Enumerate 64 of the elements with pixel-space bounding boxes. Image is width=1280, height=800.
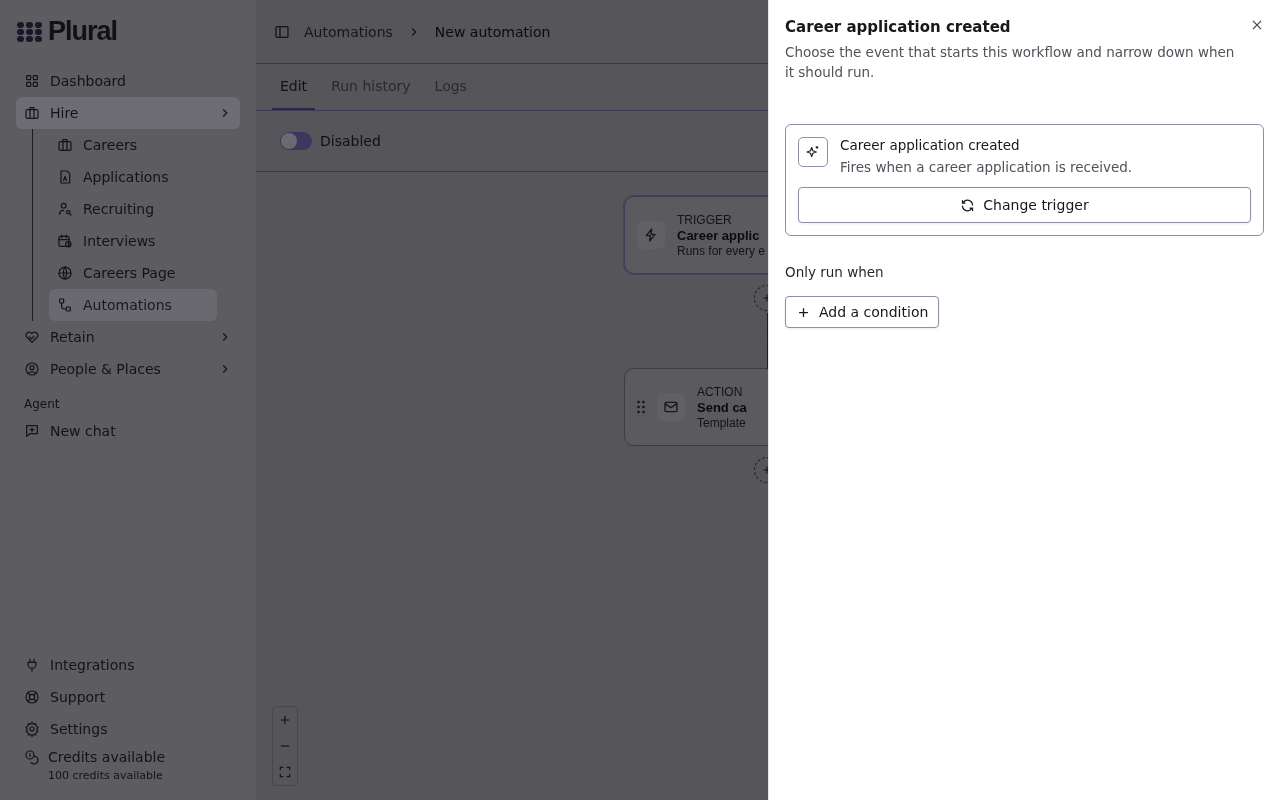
sidebar-item[interactable]: Recruiting xyxy=(49,193,217,225)
trigger-description: Fires when a career application is received. xyxy=(840,159,1133,175)
user-icon xyxy=(24,361,40,377)
trigger-title: Career application created xyxy=(840,137,1021,153)
lifebuoy-icon xyxy=(24,689,40,705)
flow-icon xyxy=(57,297,73,313)
logo-icon xyxy=(16,20,44,43)
settings-icon xyxy=(24,721,40,737)
sidebar-item[interactable]: Support xyxy=(16,681,240,713)
sidebar-item[interactable]: Dashboard xyxy=(16,65,240,97)
tab[interactable]: Edit xyxy=(272,64,316,110)
sidebar-item[interactable]: Interviews xyxy=(49,225,217,257)
fullscreen-icon xyxy=(278,765,292,779)
node-title: Career applic xyxy=(677,227,761,243)
logo-text: Plural xyxy=(48,16,118,47)
close-icon xyxy=(1250,18,1264,32)
change-trigger-button[interactable]: Change trigger xyxy=(798,187,1251,223)
grid-icon xyxy=(24,73,40,89)
drawer-title: Career application created xyxy=(785,18,1012,36)
conditions-label: Only run when xyxy=(785,264,885,280)
node-title: Send ca xyxy=(697,399,747,415)
add-condition-button[interactable]: Add a condition xyxy=(785,296,940,328)
drag-handle-icon[interactable] xyxy=(637,400,645,414)
plug-icon xyxy=(24,657,40,673)
sparkles-icon xyxy=(798,137,828,167)
calendar-icon xyxy=(57,233,73,249)
breadcrumb-item: New automation xyxy=(434,23,551,40)
sidebar-toggle-icon[interactable] xyxy=(274,23,290,40)
section-label: Agent xyxy=(23,396,61,413)
node-type: TRIGGER xyxy=(677,212,733,227)
sidebar-item[interactable]: Hire xyxy=(16,97,240,129)
workflow-node[interactable]: TRIGGER Career applic Runs for every e xyxy=(624,196,768,274)
sidebar-item[interactable]: Careers xyxy=(49,129,217,161)
credits-detail: 100 credits available xyxy=(48,769,164,782)
chat-icon xyxy=(24,423,40,439)
toggle-label: Disabled xyxy=(320,133,381,149)
lightning-icon xyxy=(643,227,659,243)
credits-label: Credits available xyxy=(48,749,167,765)
close-button[interactable] xyxy=(1250,18,1264,32)
sidebar-item[interactable]: People & Places xyxy=(16,353,240,385)
node-type: ACTION xyxy=(697,384,744,399)
sidebar-item[interactable]: New chat xyxy=(16,415,240,447)
refresh-icon xyxy=(960,197,976,213)
drawer-description: Choose the event that starts this workflow and narrow down when it should run. xyxy=(785,43,1236,82)
sidebar-item[interactable]: Retain xyxy=(16,321,240,353)
document-icon xyxy=(57,169,73,185)
heart-icon xyxy=(24,329,40,345)
user-search-icon xyxy=(57,201,73,217)
sidebar-item[interactable]: Integrations xyxy=(16,649,240,681)
node-subtitle: Template xyxy=(697,415,747,430)
node-subtitle: Runs for every e xyxy=(677,243,766,258)
plus-icon xyxy=(278,713,292,727)
sidebar-item[interactable]: Applications xyxy=(49,161,217,193)
mail-icon xyxy=(663,399,679,415)
workflow-node[interactable]: ACTION Send ca Template xyxy=(624,368,768,446)
briefcase-icon xyxy=(24,105,40,121)
toggle-switch[interactable] xyxy=(280,132,312,150)
globe-icon xyxy=(57,265,73,281)
sidebar-item[interactable]: Settings xyxy=(16,713,240,745)
sidebar-item[interactable]: Careers Page xyxy=(49,257,217,289)
coins-icon xyxy=(24,749,40,765)
breadcrumb-item[interactable]: Automations xyxy=(304,23,393,40)
sidebar-item[interactable]: Automations xyxy=(49,289,217,321)
briefcase-icon xyxy=(57,137,73,153)
